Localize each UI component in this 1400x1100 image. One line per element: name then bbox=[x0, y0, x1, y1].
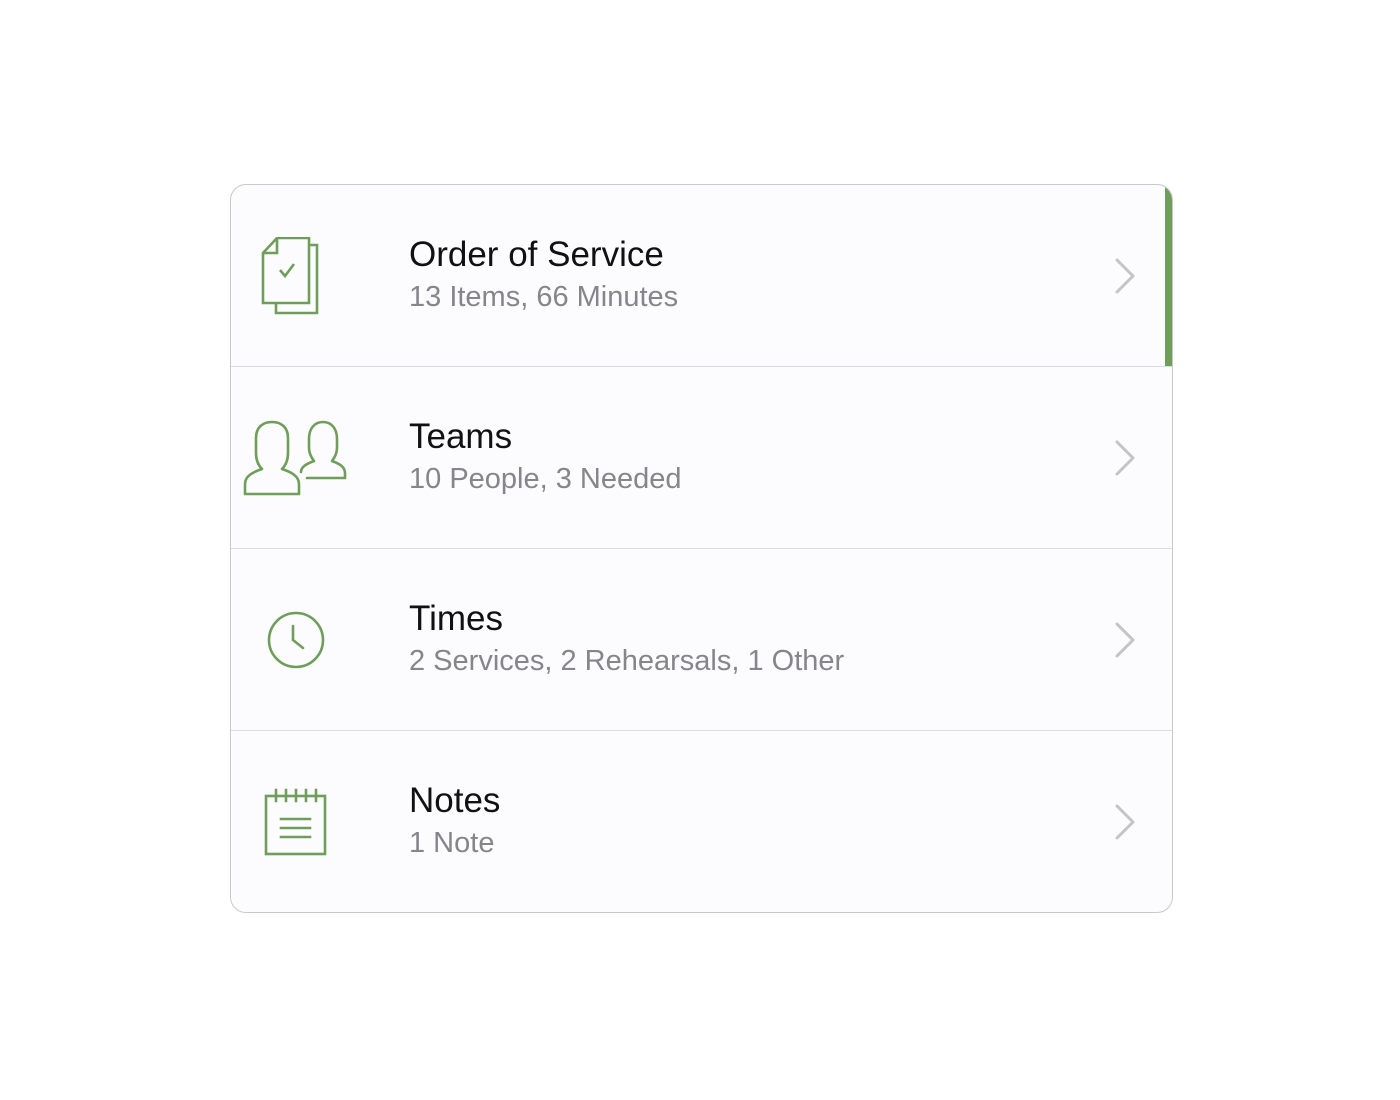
row-title: Times bbox=[409, 599, 503, 638]
list-item-times[interactable]: Times 2 Services, 2 Rehearsals, 1 Other bbox=[231, 549, 1172, 731]
row-title: Order of Service bbox=[409, 235, 664, 274]
row-title: Notes bbox=[409, 781, 501, 820]
list-item-teams[interactable]: Teams 10 People, 3 Needed bbox=[231, 367, 1172, 549]
chevron-right-icon bbox=[1115, 440, 1135, 476]
list-item-notes[interactable]: Notes 1 Note bbox=[231, 731, 1172, 912]
row-subtitle: 10 People, 3 Needed bbox=[409, 463, 682, 495]
row-subtitle: 1 Note bbox=[409, 827, 495, 859]
chevron-right-icon bbox=[1115, 804, 1135, 840]
row-subtitle: 2 Services, 2 Rehearsals, 1 Other bbox=[409, 645, 845, 677]
chevron-right-icon bbox=[1115, 258, 1135, 294]
notepad-icon bbox=[231, 731, 361, 912]
row-title: Teams bbox=[409, 417, 513, 456]
plan-sections-list: Order of Service 13 Items, 66 Minutes Te… bbox=[230, 184, 1173, 913]
row-subtitle: 13 Items, 66 Minutes bbox=[409, 281, 679, 313]
people-icon bbox=[231, 367, 361, 549]
selected-indicator bbox=[1165, 185, 1172, 366]
documents-check-icon bbox=[231, 185, 361, 367]
clock-icon bbox=[231, 549, 361, 731]
list-item-order-of-service[interactable]: Order of Service 13 Items, 66 Minutes bbox=[231, 185, 1172, 367]
chevron-right-icon bbox=[1115, 622, 1135, 658]
